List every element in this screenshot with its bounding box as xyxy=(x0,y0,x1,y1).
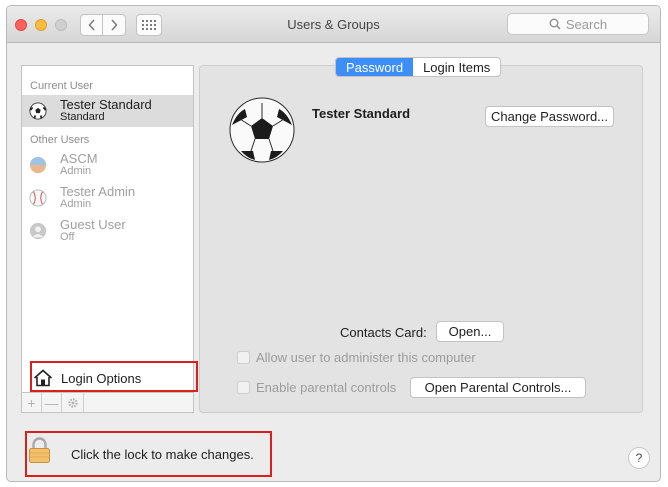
user-role: Standard xyxy=(60,111,105,123)
user-list: Current User Tester Standard Standard Ot… xyxy=(21,65,194,393)
allow-admin-label: Allow user to administer this computer xyxy=(256,350,476,365)
baseball-icon xyxy=(29,189,47,207)
lock-icon[interactable] xyxy=(28,437,51,464)
user-role: Off xyxy=(60,231,75,243)
tab-login-items[interactable]: Login Items xyxy=(413,58,500,76)
allow-admin-checkbox[interactable] xyxy=(237,351,250,364)
open-parental-controls-button[interactable]: Open Parental Controls... xyxy=(410,377,586,398)
selected-user-name: Tester Standard xyxy=(312,106,411,121)
user-role: Admin xyxy=(60,198,92,210)
user-row-tester-standard[interactable]: Tester Standard Standard xyxy=(22,95,193,127)
tab-bar: Password Login Items xyxy=(335,57,502,77)
person-icon xyxy=(29,222,47,240)
user-row-guest-user[interactable]: Guest User Off xyxy=(22,215,193,247)
change-password-button[interactable]: Change Password... xyxy=(485,106,614,127)
soccer-ball-icon xyxy=(29,102,47,120)
user-picture-soccer-ball[interactable] xyxy=(229,97,295,163)
contacts-card-label: Contacts Card: xyxy=(340,325,427,340)
login-options-item[interactable]: Login Options xyxy=(22,364,193,392)
user-row-tester-admin[interactable]: Tester Admin Admin xyxy=(22,182,193,214)
user-name: Tester Standard xyxy=(60,97,152,112)
search-icon xyxy=(549,18,561,30)
tab-password[interactable]: Password xyxy=(336,58,414,76)
title-bar: Users & Groups Search xyxy=(7,6,660,43)
other-users-header: Other Users xyxy=(30,134,90,146)
user-name: Tester Admin xyxy=(60,184,136,199)
user-name: Guest User xyxy=(60,217,126,232)
login-options-label: Login Options xyxy=(61,370,142,386)
parental-controls-label: Enable parental controls xyxy=(256,380,397,395)
gear-icon xyxy=(67,397,78,408)
gear-menu-button[interactable] xyxy=(62,393,84,412)
help-button[interactable]: ? xyxy=(628,447,650,469)
current-user-header: Current User xyxy=(30,80,93,92)
user-list-controls: + — xyxy=(21,393,194,413)
search-placeholder: Search xyxy=(565,16,608,32)
open-contacts-card-button[interactable]: Open... xyxy=(436,321,504,342)
add-user-button[interactable]: + xyxy=(22,393,42,412)
user-row-ascm[interactable]: ASCM Admin xyxy=(22,149,193,181)
parental-controls-checkbox[interactable] xyxy=(237,381,250,394)
house-icon xyxy=(33,369,53,387)
lock-message: Click the lock to make changes. xyxy=(71,447,254,462)
user-role: Admin xyxy=(60,165,92,177)
user-name: ASCM xyxy=(60,151,98,166)
remove-user-button[interactable]: — xyxy=(42,393,62,412)
search-field[interactable]: Search xyxy=(507,13,649,35)
beach-photo-icon xyxy=(29,156,47,174)
